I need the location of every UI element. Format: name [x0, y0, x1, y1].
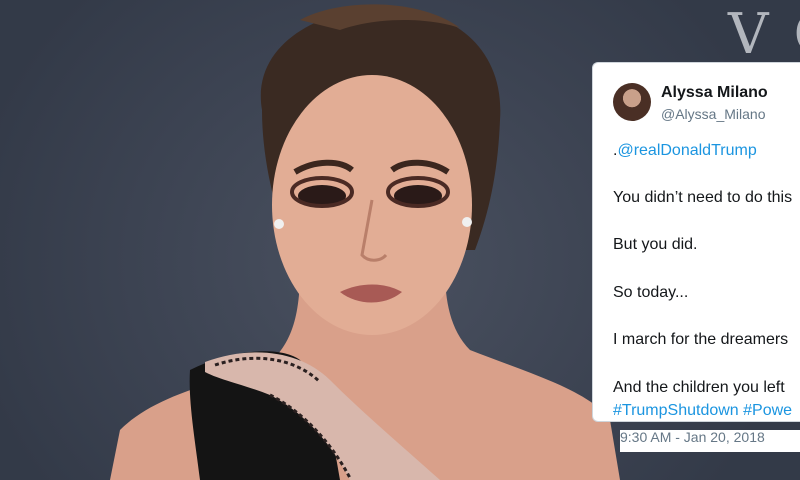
tweet-hashtags[interactable]: #TrumpShutdown #Powe	[613, 402, 792, 420]
tweet-mention-line: .@realDonaldTrump	[613, 142, 757, 160]
tweet-author-name[interactable]: Alyssa Milano	[661, 84, 768, 102]
tweet-text-line: I march for the dreamers	[613, 331, 789, 348]
avatar[interactable]	[613, 83, 651, 121]
tweet-header: Alyssa Milano @Alyssa_Milano	[613, 83, 800, 127]
tweet-text-line: So today...	[613, 284, 689, 301]
tweet-timestamp[interactable]: 9:30 AM - Jan 20, 2018	[620, 430, 800, 452]
tweet-card: Alyssa Milano @Alyssa_Milano .@realDonal…	[592, 62, 800, 422]
tweet-author-handle[interactable]: @Alyssa_Milano	[661, 106, 765, 122]
tweet-text-line: You didn’t need to do this	[613, 189, 793, 206]
tweet-text-line: But you did.	[613, 236, 698, 253]
mention-link[interactable]: @realDonaldTrump	[617, 142, 756, 159]
tweet-text-line: And the children you left	[613, 379, 785, 396]
